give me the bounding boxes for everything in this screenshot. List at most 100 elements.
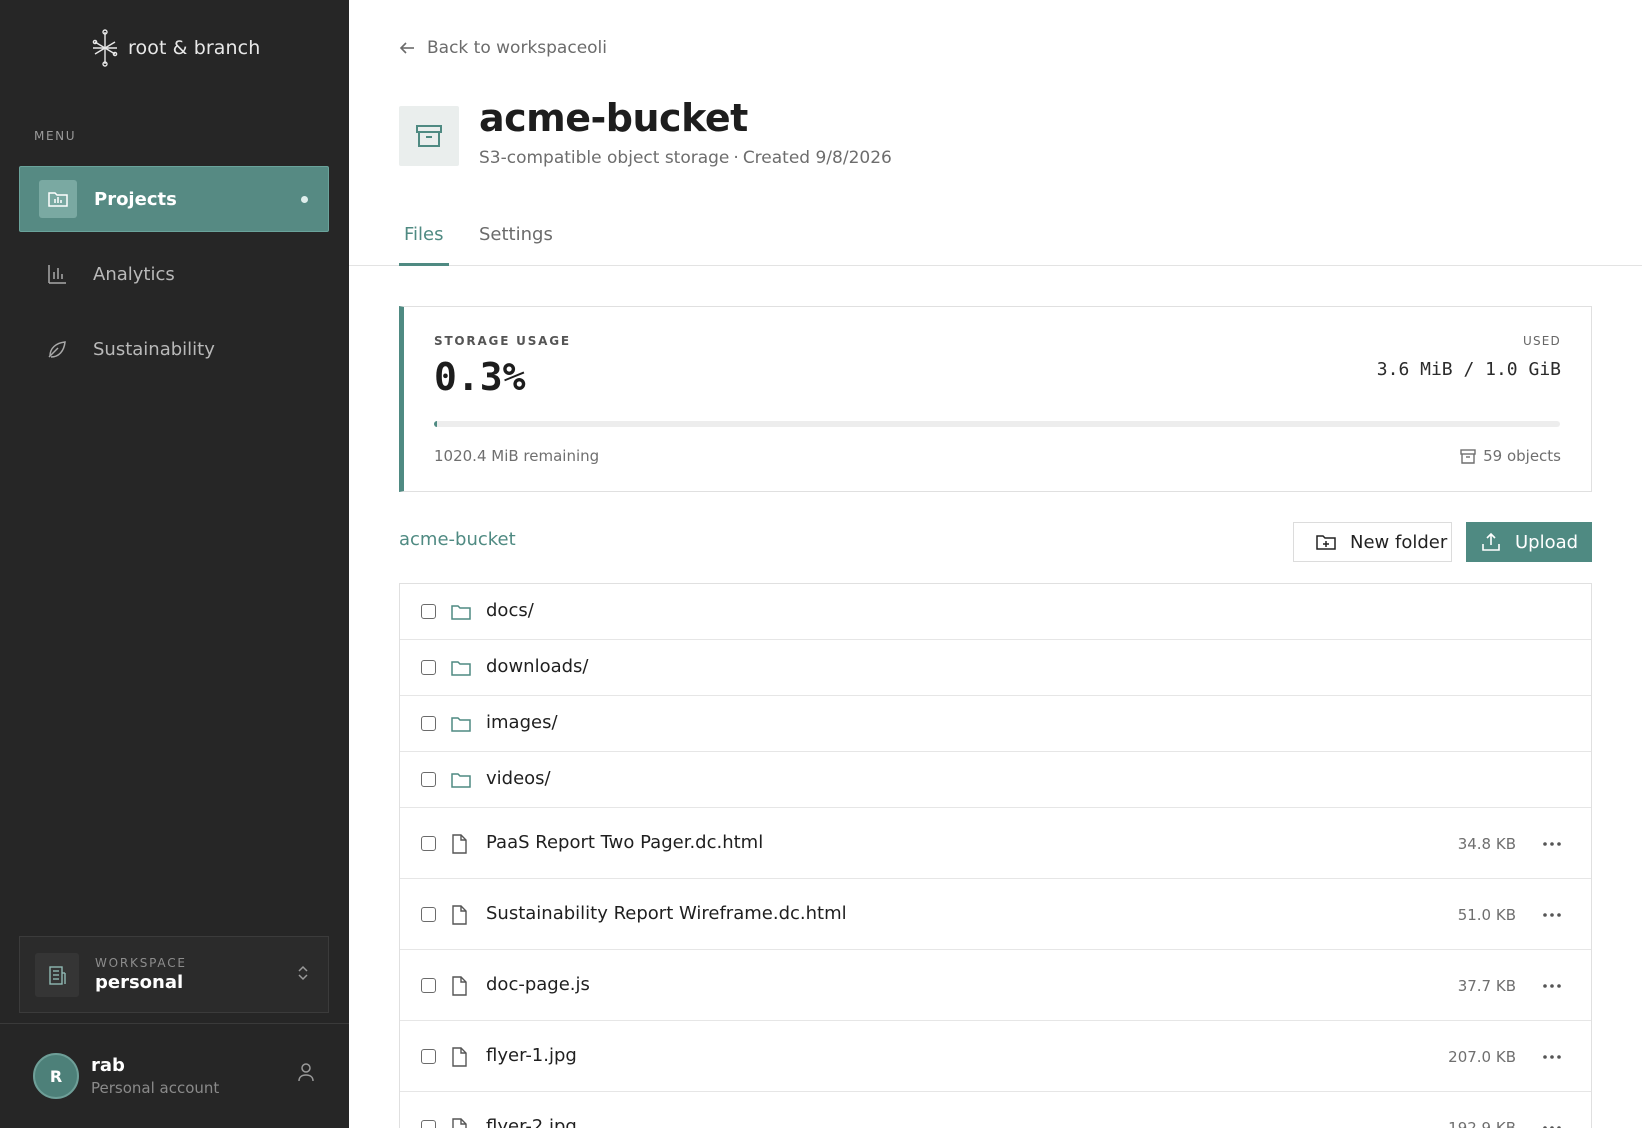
chevron-up-down-icon (298, 965, 308, 981)
active-indicator-dot (301, 195, 308, 203)
bar-chart-icon (38, 255, 76, 293)
tab-files[interactable]: Files (399, 224, 449, 266)
folder-row[interactable]: videos/ (400, 752, 1591, 808)
sidebar-item-label: Sustainability (93, 338, 215, 360)
bucket-icon (399, 106, 459, 166)
more-options-icon[interactable] (1539, 1118, 1565, 1128)
avatar[interactable]: R (33, 1053, 79, 1099)
file-name[interactable]: downloads/ (486, 656, 588, 677)
row-checkbox[interactable] (421, 1048, 436, 1064)
used-label: USED (1522, 334, 1561, 348)
file-row[interactable]: doc-page.js 37.7 KB (400, 950, 1591, 1021)
sidebar-item-label: Analytics (93, 263, 175, 285)
file-icon (450, 833, 468, 858)
folder-icon (450, 770, 472, 794)
more-options-icon[interactable] (1539, 1047, 1565, 1067)
folder-row[interactable]: downloads/ (400, 640, 1591, 696)
brand-logo[interactable]: root & branch (90, 28, 260, 68)
tab-bar: Files Settings (349, 210, 1642, 266)
row-checkbox[interactable] (421, 604, 436, 619)
folder-row[interactable]: images/ (400, 696, 1591, 752)
row-checkbox[interactable] (421, 660, 436, 675)
building-icon (35, 952, 79, 997)
row-checkbox[interactable] (421, 906, 436, 922)
folder-icon (450, 602, 472, 626)
breadcrumb[interactable]: acme-bucket (399, 529, 516, 550)
file-name[interactable]: Sustainability Report Wireframe.dc.html (486, 903, 847, 924)
workspace-switcher[interactable]: WORKSPACE personal (19, 936, 329, 1013)
arrow-left-icon (399, 42, 414, 54)
row-checkbox[interactable] (421, 1119, 436, 1128)
more-options-icon[interactable] (1539, 834, 1565, 854)
back-link-label: Back to workspaceoli (427, 38, 608, 58)
file-name[interactable]: flyer-1.jpg (486, 1045, 577, 1066)
used-amount: 3.6 MiB / 1.0 GiB (1376, 359, 1561, 380)
file-row[interactable]: flyer-1.jpg 207.0 KB (400, 1021, 1591, 1092)
file-row[interactable]: Sustainability Report Wireframe.dc.html 5… (400, 879, 1591, 950)
storage-progress-fill (434, 421, 438, 427)
file-icon (450, 975, 468, 1000)
account-type: Personal account (91, 1079, 220, 1097)
file-name[interactable]: images/ (486, 712, 558, 733)
row-checkbox[interactable] (421, 772, 436, 787)
account-panel: R rab Personal account (0, 1023, 349, 1128)
file-size: 51.0 KB (1457, 905, 1516, 924)
file-row[interactable]: flyer-2.jpg 192.9 KB (400, 1092, 1591, 1128)
menu-label: MENU (34, 129, 77, 143)
page-title: acme-bucket (479, 96, 748, 140)
workspace-name: personal (95, 972, 184, 993)
back-link[interactable]: Back to workspaceoli (399, 38, 607, 58)
more-options-icon[interactable] (1539, 976, 1565, 996)
row-checkbox[interactable] (421, 835, 436, 851)
brand-name: root & branch (128, 37, 261, 59)
folder-chart-icon (39, 180, 77, 218)
leaf-icon (38, 330, 76, 368)
upload-icon (1482, 532, 1500, 551)
account-name: rab (91, 1055, 125, 1076)
tab-settings[interactable]: Settings (474, 224, 558, 266)
file-row[interactable]: PaaS Report Two Pager.dc.html 34.8 KB (400, 808, 1591, 879)
sidebar-item-analytics[interactable]: Analytics (19, 241, 329, 307)
folder-row[interactable]: docs/ (400, 584, 1591, 640)
row-checkbox[interactable] (421, 716, 436, 731)
storage-type: S3-compatible object storage (479, 148, 730, 168)
new-folder-button[interactable]: New folder (1293, 522, 1452, 562)
file-icon (450, 1117, 468, 1128)
subtitle-separator: · (733, 148, 739, 168)
row-checkbox[interactable] (421, 977, 436, 993)
more-options-icon[interactable] (1539, 905, 1565, 925)
archive-box-icon (416, 125, 442, 147)
file-name[interactable]: doc-page.js (486, 974, 590, 995)
folder-plus-icon (1316, 535, 1336, 550)
main-content: Back to workspaceoli acme-bucket S3-comp… (349, 0, 1642, 1128)
folder-icon (450, 714, 472, 738)
sidebar-item-label: Projects (94, 188, 177, 210)
file-size: 207.0 KB (1448, 1047, 1516, 1066)
sidebar: root & branch MENU Projects Analytics Su… (0, 0, 349, 1128)
storage-progress-bar (434, 421, 1560, 427)
file-name[interactable]: flyer-2.jpg (486, 1116, 577, 1128)
upload-label: Upload (1515, 531, 1579, 553)
file-name[interactable]: PaaS Report Two Pager.dc.html (486, 832, 763, 853)
user-icon[interactable] (297, 1062, 315, 1082)
file-list: docs/downloads/images/videos/PaaS Report… (399, 583, 1592, 1128)
workspace-label: WORKSPACE (95, 956, 187, 970)
sidebar-item-sustainability[interactable]: Sustainability (19, 316, 329, 382)
folder-icon (450, 658, 472, 682)
object-count-text: 59 objects (1483, 447, 1561, 465)
storage-usage-label: STORAGE USAGE (434, 334, 571, 348)
sidebar-item-projects[interactable]: Projects (19, 166, 329, 232)
remaining-storage: 1020.4 MiB remaining (434, 447, 600, 465)
created-date: Created 9/8/2026 (742, 148, 892, 168)
object-count: 59 objects (1460, 447, 1561, 465)
archive-box-icon (1460, 448, 1476, 464)
storage-usage-card: STORAGE USAGE 0.3% USED 3.6 MiB / 1.0 Gi… (399, 306, 1592, 492)
upload-button[interactable]: Upload (1466, 522, 1592, 562)
storage-usage-percent: 0.3% (434, 355, 526, 399)
file-size: 34.8 KB (1457, 834, 1516, 853)
page-subtitle: S3-compatible object storage · Created 9/8… (479, 148, 892, 168)
file-name[interactable]: docs/ (486, 600, 534, 621)
file-icon (450, 904, 468, 929)
file-name[interactable]: videos/ (486, 768, 551, 789)
file-size: 37.7 KB (1457, 976, 1516, 995)
